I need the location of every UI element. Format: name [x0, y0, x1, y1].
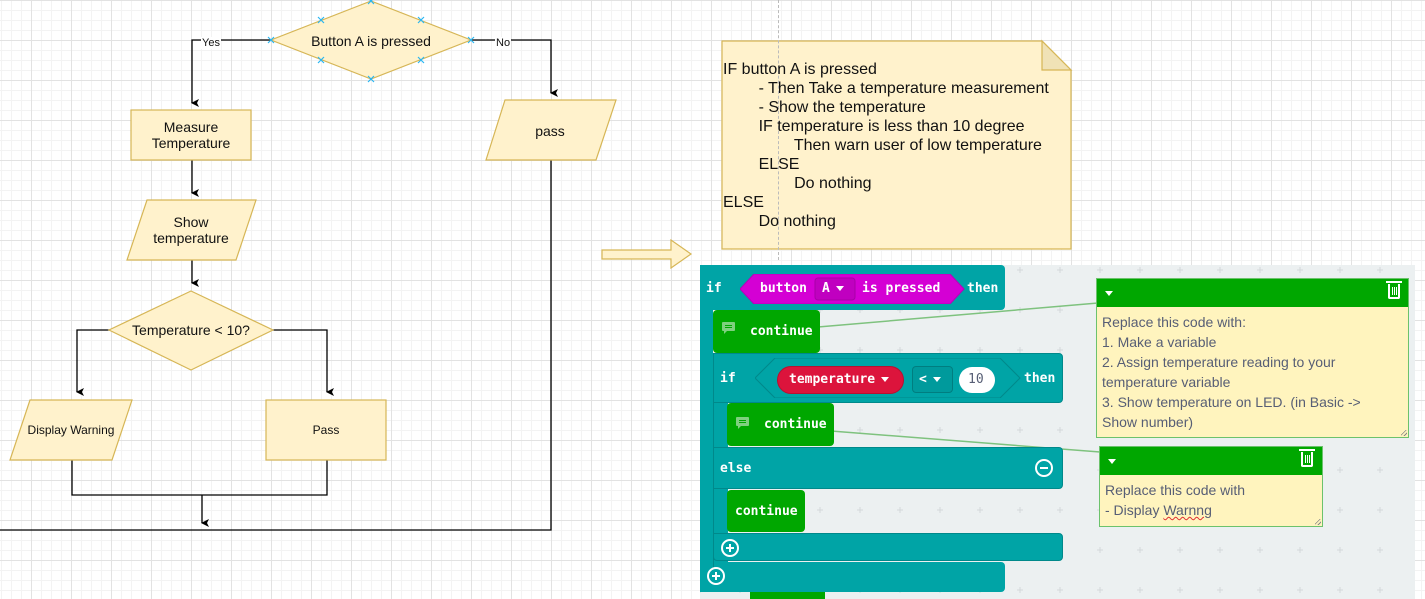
add-else-icon[interactable] [721, 539, 739, 557]
outer-if-spine [700, 310, 713, 580]
outer-then-keyword: then [967, 281, 999, 296]
continue-block-1[interactable]: continue [713, 310, 820, 353]
resize-handle[interactable] [1315, 519, 1321, 525]
makecode-workspace[interactable]: if button A is pressed then continue if … [700, 265, 1415, 599]
edge-merge [71, 460, 328, 496]
show-temperature-label: Show temperature [153, 214, 229, 246]
button-dropdown[interactable]: A [822, 281, 844, 296]
partial-block [750, 592, 825, 599]
edge-temp-yes [76, 329, 110, 396]
comment-box-1[interactable]: Replace this code with: 1. Make a variabl… [1096, 278, 1409, 438]
is-pressed-label: is pressed [862, 281, 941, 296]
collapse-icon[interactable] [1108, 459, 1116, 464]
misspelled-word: Warnng [1163, 502, 1212, 518]
continue-block-2[interactable]: continue [727, 403, 834, 446]
comment-line: 1. Make a variable [1102, 334, 1217, 350]
edge-label-yes: Yes [201, 37, 221, 49]
resize-handle[interactable] [1401, 430, 1407, 436]
comment-line: 3. Show temperature on LED. (in Basic -> [1102, 394, 1361, 410]
comment-line: temperature variable [1102, 374, 1231, 390]
inner-if-keyword: if [720, 371, 736, 386]
pass-outer-label: pass [535, 123, 565, 139]
pseudocode-line: Do nothing [723, 175, 872, 192]
pseudocode-line: - Show the temperature [723, 99, 926, 116]
else-keyword: else [720, 461, 752, 476]
outer-if-keyword: if [706, 281, 722, 296]
edge-pass-return [0, 160, 552, 531]
outer-if-footer [700, 562, 1005, 592]
collapse-icon[interactable] [1105, 291, 1113, 296]
button-label: button [760, 281, 807, 296]
pseudocode-line: IF button A is pressed [723, 61, 877, 78]
pseudocode-line: IF temperature is less than 10 degree [723, 118, 1025, 135]
pseudocode-text: IF button A is pressed - Then Take a tem… [723, 60, 1068, 231]
temperature-dropdown[interactable]: temperature [789, 372, 890, 387]
pass-label: Pass [312, 423, 340, 437]
trash-icon[interactable] [1299, 449, 1315, 467]
edge-temp-no [273, 329, 334, 396]
comment-1-header[interactable] [1097, 279, 1408, 307]
comment-box-2[interactable]: Replace this code with - Display Warnng [1099, 446, 1323, 527]
add-elseif-outer-icon[interactable] [707, 567, 725, 585]
transition-arrow [601, 238, 693, 270]
edge-yes [191, 39, 271, 107]
comment-icon[interactable] [736, 417, 749, 429]
comment-line: 2. Assign temperature reading to your [1102, 354, 1336, 370]
value-text: 10 [968, 372, 984, 387]
comment-2-header[interactable] [1100, 447, 1322, 475]
pseudocode-line: Do nothing [723, 213, 836, 230]
comment-1-text[interactable]: Replace this code with: 1. Make a variabl… [1102, 312, 1402, 432]
comment-icon[interactable] [722, 322, 735, 334]
pseudocode-line: ELSE [723, 194, 764, 211]
else-bar [713, 447, 1063, 489]
decision-temperature-label: Temperature < 10? [132, 322, 250, 338]
pseudocode-line: - Then Take a temperature measurement [723, 80, 1049, 97]
trash-icon[interactable] [1386, 281, 1402, 299]
comment-line: Show number) [1102, 414, 1194, 430]
display-warning-label: Display Warning [27, 423, 115, 437]
inner-if-footer [713, 533, 1063, 561]
operator-label: < [919, 372, 941, 387]
comment-2-text[interactable]: Replace this code with - Display Warnng [1105, 480, 1316, 520]
inner-then-keyword: then [1024, 371, 1056, 386]
decision-button-a-label: Button A is pressed [311, 33, 431, 49]
pseudocode-line: ELSE [723, 156, 800, 173]
edge-label-no: No [495, 37, 512, 49]
continue-block-3[interactable]: continue [727, 490, 805, 532]
pseudocode-line: Then warn user of low temperature [723, 137, 1042, 154]
comment-line: Replace this code with: [1102, 314, 1246, 330]
measure-temperature-label: Measure Temperature [151, 119, 231, 151]
remove-else-icon[interactable] [1035, 459, 1053, 477]
